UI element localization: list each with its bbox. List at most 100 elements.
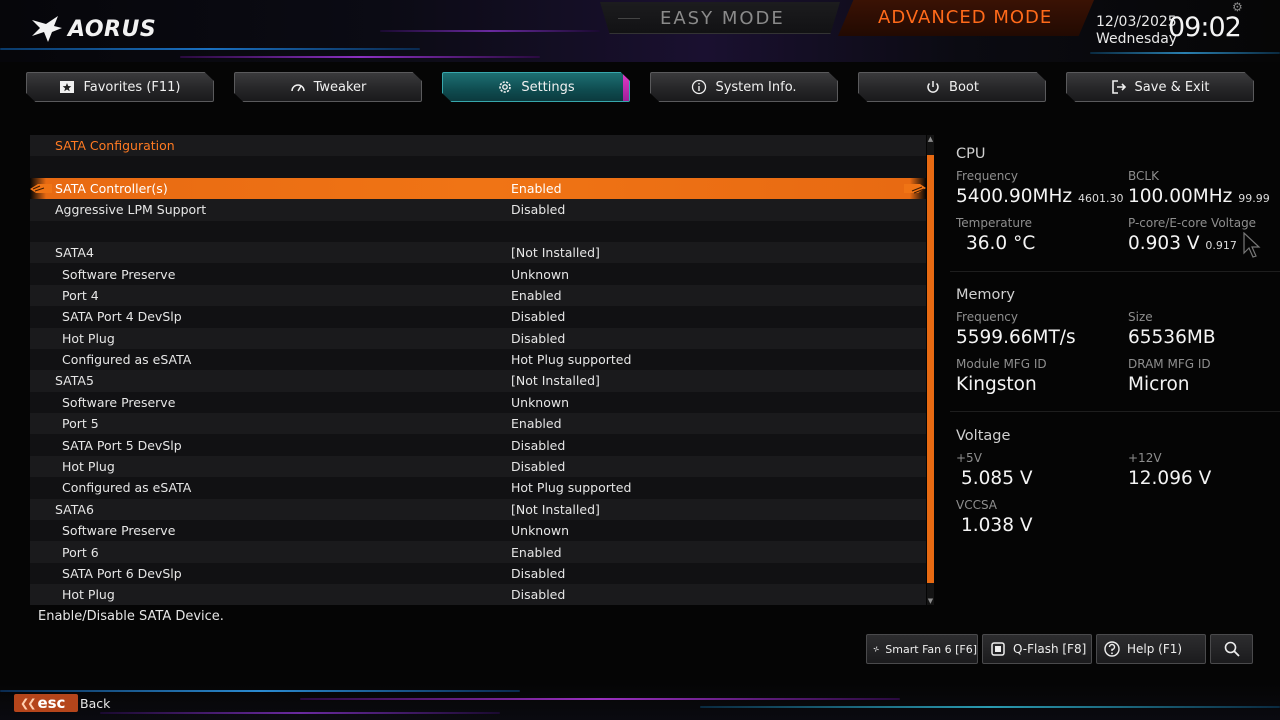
cpu-temperature-label: Temperature [956, 216, 1033, 230]
bottom-decor [0, 684, 1280, 720]
selection-marker-icon [30, 183, 52, 193]
setting-name: SATA4 [55, 245, 94, 261]
cpu-info: CPU Frequency 5400.90MHz 4601.30 BCLK 10… [956, 146, 1276, 254]
aorus-logo: AORUS [30, 14, 156, 44]
setting-row[interactable]: Hot Plug Disabled [30, 584, 926, 605]
setting-value: Disabled [511, 437, 566, 453]
setting-row[interactable]: Port 5 Enabled [30, 413, 926, 435]
setting-row: SATA6 [Not Installed] [30, 498, 926, 521]
section-title: SATA Configuration [55, 138, 175, 154]
help-description: Enable/Disable SATA Device. [38, 609, 224, 624]
setting-value: Enabled [511, 287, 562, 303]
advanced-mode-button[interactable]: ADVANCED MODE [838, 0, 1094, 36]
setting-name: SATA Controller(s) [55, 180, 168, 196]
chip-icon [991, 642, 1005, 656]
tab-system-info[interactable]: System Info. [650, 72, 838, 102]
cpu-temperature-value: 36.0 °C [966, 233, 1036, 254]
advanced-mode-label: ADVANCED MODE [878, 7, 1053, 28]
setting-row[interactable]: Port 4 Enabled [30, 284, 926, 307]
setting-value: Unknown [511, 266, 570, 282]
setting-name: Hot Plug [62, 587, 115, 603]
decor-streak [0, 690, 520, 692]
day-text: Wednesday [1096, 31, 1178, 47]
smart-fan-button[interactable]: Smart Fan 6 [F6] [866, 634, 978, 664]
tab-save-exit[interactable]: Save & Exit [1066, 72, 1254, 102]
memory-size-label: Size [1128, 310, 1153, 324]
scrollbar[interactable]: ▲ ▼ [927, 135, 934, 605]
core-voltage-value: 0.903 V 0.917 [1128, 233, 1237, 254]
setting-name: Hot Plug [62, 330, 115, 346]
cpu-title: CPU [956, 146, 986, 162]
setting-value: Hot Plug supported [511, 480, 632, 496]
v12-label: +12V [1128, 451, 1162, 465]
decor-streak [100, 712, 500, 714]
smart-fan-label: Smart Fan 6 [F6] [885, 642, 977, 656]
setting-row[interactable]: Port 6 Enabled [30, 541, 926, 563]
core-voltage-label: P-core/E-core Voltage [1128, 216, 1257, 230]
setting-row: Software Preserve Unknown [30, 263, 926, 285]
setting-row[interactable]: Hot Plug Disabled [30, 327, 926, 349]
blank-row [30, 220, 926, 242]
setting-value: Hot Plug supported [511, 352, 632, 368]
bclk-label: BCLK [1128, 169, 1159, 183]
cpu-frequency-main: 5400.90MHz [956, 186, 1073, 207]
decor-streak [1090, 52, 1280, 54]
setting-row[interactable]: SATA Port 5 DevSlp Disabled [30, 434, 926, 456]
search-button[interactable] [1210, 634, 1253, 664]
date-text: 12/03/2025 [1096, 14, 1177, 30]
tab-label: System Info. [715, 79, 797, 95]
esc-button[interactable]: ❮❮ esc [14, 694, 78, 712]
help-icon [1104, 641, 1120, 657]
setting-value: Disabled [511, 330, 566, 346]
v12-value: 12.096 V [1128, 468, 1212, 489]
setting-value: Disabled [511, 566, 566, 581]
tab-settings[interactable]: Settings [442, 72, 630, 102]
setting-name: SATA Port 5 DevSlp [62, 437, 182, 453]
setting-row: Configured as eSATA Hot Plug supported [30, 348, 926, 371]
main-tabs: Favorites (F11) Tweaker Settings System … [0, 72, 1280, 104]
setting-row[interactable]: Hot Plug Disabled [30, 455, 926, 478]
setting-value: Unknown [511, 394, 570, 410]
setting-row: Software Preserve Unknown [30, 520, 926, 542]
setting-row-sata-controllers[interactable]: SATA Controller(s) Enabled [30, 177, 926, 200]
setting-row: Software Preserve Unknown [30, 391, 926, 414]
setting-value: [Not Installed] [511, 245, 600, 261]
esc-label: esc [37, 694, 66, 712]
tab-tweaker[interactable]: Tweaker [234, 72, 422, 102]
tab-boot[interactable]: Boot [858, 72, 1046, 102]
help-button[interactable]: Help (F1) [1096, 634, 1206, 664]
divider [950, 411, 1280, 412]
scroll-thumb[interactable] [927, 155, 934, 583]
setting-value: [Not Installed] [511, 501, 600, 517]
easy-mode-label: EASY MODE [660, 8, 785, 29]
gear-icon[interactable]: ⚙ [1232, 0, 1243, 14]
setting-name: Software Preserve [62, 394, 176, 410]
setting-row: Configured as eSATA Hot Plug supported [30, 477, 926, 499]
decor-streak [0, 48, 420, 50]
tab-label: Boot [949, 79, 979, 95]
setting-row: SATA5 [Not Installed] [30, 370, 926, 392]
setting-name: Software Preserve [62, 266, 176, 282]
core-voltage-main: 0.903 V [1128, 233, 1200, 254]
bclk-sub: 99.99 [1238, 192, 1270, 205]
help-label: Help (F1) [1127, 642, 1183, 656]
search-icon [1224, 641, 1240, 657]
vccsa-value: 1.038 V [961, 515, 1033, 536]
tab-label: Settings [521, 79, 575, 95]
date-display: 12/03/2025 Wednesday [1096, 14, 1177, 48]
easy-mode-button[interactable]: EASY MODE [600, 2, 840, 34]
setting-value: Disabled [511, 202, 566, 218]
scroll-down-arrow-icon[interactable]: ▼ [927, 597, 934, 605]
section-header: SATA Configuration [30, 135, 926, 157]
setting-value: Unknown [511, 523, 570, 539]
q-flash-button[interactable]: Q-Flash [F8] [982, 634, 1092, 664]
top-banner: AORUS EASY MODE ADVANCED MODE 12/03/2025… [0, 0, 1280, 62]
setting-row[interactable]: SATA Port 4 DevSlp Disabled [30, 306, 926, 328]
setting-row[interactable]: SATA Port 6 DevSlp Disabled [30, 562, 926, 585]
scroll-up-arrow-icon[interactable]: ▲ [927, 135, 934, 143]
gear-icon [499, 81, 512, 93]
star-icon [60, 81, 75, 93]
setting-row[interactable]: Aggressive LPM Support Disabled [30, 199, 926, 221]
tab-favorites[interactable]: Favorites (F11) [26, 72, 214, 102]
bclk-value: 100.00MHz 99.99 [1128, 186, 1270, 207]
